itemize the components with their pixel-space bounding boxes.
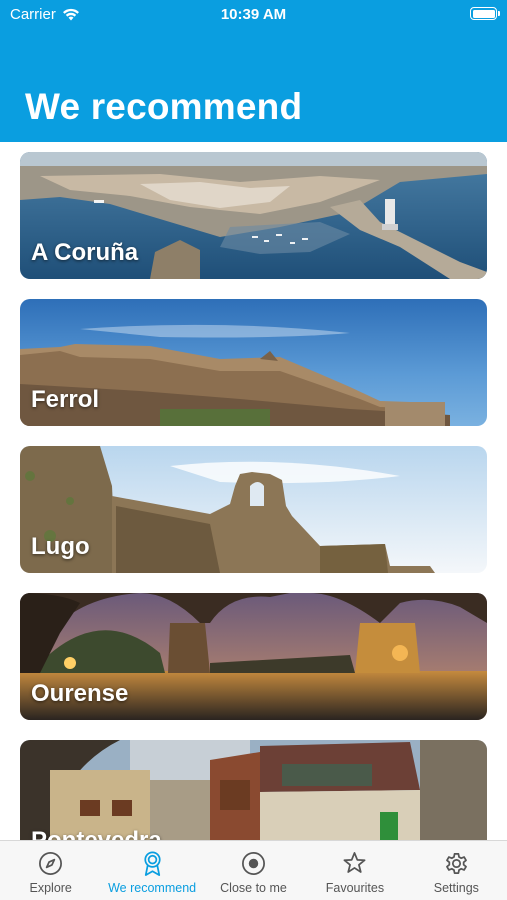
tab-settings[interactable]: Settings bbox=[406, 841, 507, 900]
page-title: We recommend bbox=[25, 86, 303, 127]
city-name: Ferrol bbox=[31, 386, 100, 413]
header: Carrier 10:39 AM We recommend bbox=[0, 0, 507, 142]
city-name: Lugo bbox=[31, 533, 90, 560]
battery-icon bbox=[470, 7, 500, 20]
tab-explore[interactable]: Explore bbox=[0, 841, 101, 900]
city-card-ferrol[interactable]: Ferrol bbox=[20, 299, 487, 426]
status-bar: Carrier 10:39 AM bbox=[0, 0, 507, 28]
city-card-a-coruna[interactable]: A Coruña bbox=[20, 152, 487, 279]
city-name: A Coruña bbox=[31, 239, 139, 266]
tab-we-recommend[interactable]: We recommend bbox=[101, 841, 202, 900]
tab-label: Settings bbox=[433, 881, 479, 895]
tab-close-to-me[interactable]: Close to me bbox=[203, 841, 304, 900]
gear-icon bbox=[445, 852, 467, 875]
city-name: Ourense bbox=[31, 680, 129, 707]
city-photo bbox=[20, 446, 487, 573]
clock: 10:39 AM bbox=[220, 6, 287, 23]
tab-label: Close to me bbox=[220, 881, 287, 895]
tab-favourites[interactable]: Favourites bbox=[304, 841, 405, 900]
city-name: Pontevedra bbox=[31, 827, 162, 840]
tab-label: We recommend bbox=[108, 881, 197, 895]
tab-label: Explore bbox=[29, 881, 72, 895]
recommendation-list[interactable]: A Coruña Ferrol Lugo Ourense bbox=[0, 142, 507, 840]
city-card-pontevedra[interactable]: Pontevedra bbox=[20, 740, 487, 840]
star-icon bbox=[343, 852, 366, 873]
city-card-lugo[interactable]: Lugo bbox=[20, 446, 487, 573]
tab-label: Favourites bbox=[325, 881, 385, 895]
compass-icon bbox=[39, 852, 63, 875]
ribbon-icon bbox=[144, 851, 161, 876]
tab-bar: Explore We recommend Close to me Favouri… bbox=[0, 840, 507, 900]
target-icon bbox=[242, 852, 265, 875]
city-photo bbox=[20, 740, 487, 840]
city-card-ourense[interactable]: Ourense bbox=[20, 593, 487, 720]
